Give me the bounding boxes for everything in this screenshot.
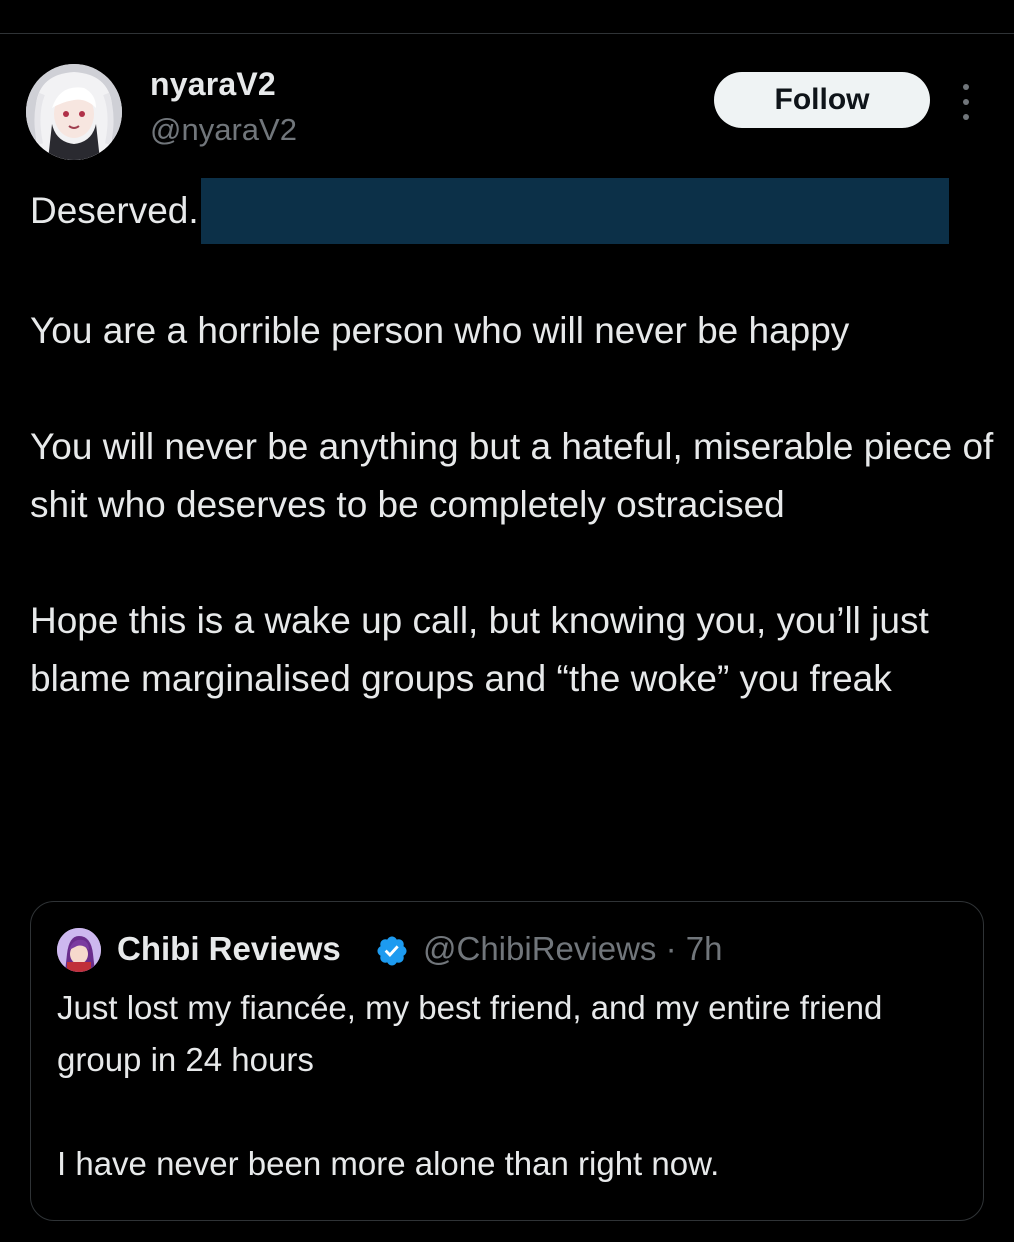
verified-badge-icon — [377, 936, 407, 966]
redaction-box — [200, 178, 949, 244]
quoted-text: Just lost my fiancée, my best friend, an… — [57, 982, 957, 1242]
more-vertical-icon[interactable] — [955, 84, 977, 120]
quoted-author-avatar[interactable] — [57, 928, 101, 972]
quoted-paragraph: Just lost my fiancée, my best friend, an… — [57, 989, 883, 1078]
more-dot — [963, 114, 969, 120]
more-dot — [963, 99, 969, 105]
quoted-tweet-card[interactable]: Chibi Reviews @ChibiReviews · 7h Just lo… — [30, 901, 984, 1221]
tweet-paragraph: You are a horrible person who will never… — [30, 310, 850, 351]
quoted-paragraph: I have never been more alone than right … — [57, 1145, 720, 1182]
quoted-handle[interactable]: @ChibiReviews — [423, 930, 656, 967]
author-display-name[interactable]: nyaraV2 — [150, 66, 276, 103]
tweet-paragraph: Hope this is a wake up call, but knowing… — [30, 600, 929, 699]
follow-button[interactable]: Follow — [714, 72, 930, 128]
more-dot — [963, 84, 969, 90]
anime-girl-avatar-icon — [26, 64, 122, 160]
quoted-display-name[interactable]: Chibi Reviews — [117, 930, 341, 968]
tweet-first-text: Deserved. — [30, 190, 199, 231]
quoted-timestamp[interactable]: 7h — [686, 930, 723, 967]
top-divider — [0, 33, 1014, 34]
tweet-paragraph: You will never be anything but a hateful… — [30, 426, 994, 525]
chibi-avatar-icon — [57, 928, 101, 972]
quoted-meta: @ChibiReviews · 7h — [423, 930, 722, 968]
author-handle[interactable]: @nyaraV2 — [150, 112, 297, 148]
tweet-body: Deserved. You are a horrible person who … — [30, 178, 1000, 766]
tweet-first-line: Deserved. — [30, 178, 1000, 244]
author-avatar[interactable] — [26, 64, 122, 160]
meta-separator: · — [665, 930, 677, 967]
